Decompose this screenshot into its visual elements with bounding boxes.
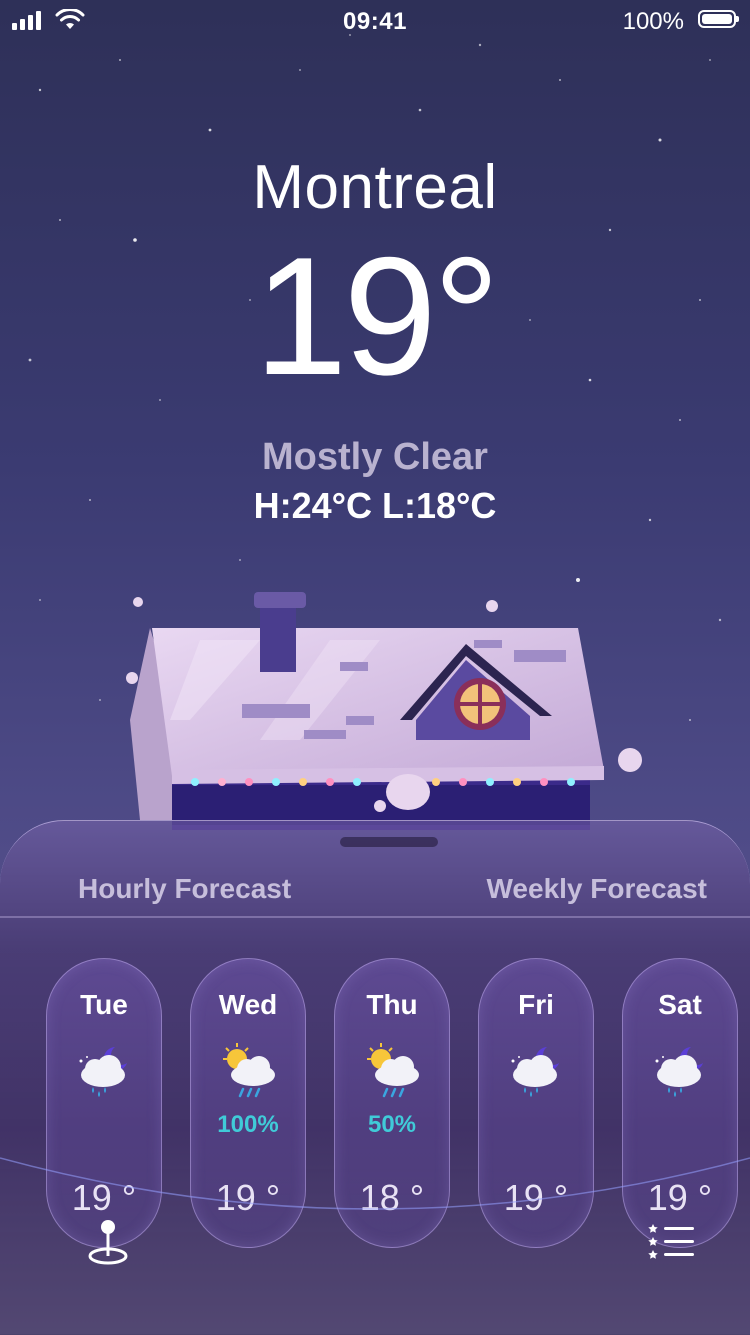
weather-condition: Mostly Clear <box>262 436 488 478</box>
forecast-day: Thu <box>366 989 418 1020</box>
tab-weekly-forecast[interactable]: Weekly Forecast <box>487 873 708 905</box>
location-pin-icon[interactable] <box>86 1218 130 1268</box>
night-rain-icon <box>79 1047 127 1097</box>
forecast-temperature: 19 ° <box>215 1177 281 1218</box>
forecast-card[interactable]: Wed 100% 19 ° <box>190 958 306 1248</box>
forecast-day: Fri <box>518 989 554 1020</box>
forecast-card[interactable]: Tue 19 ° <box>46 958 162 1248</box>
current-temperature: 19° <box>253 222 500 410</box>
battery-percentage: 100% <box>622 8 684 35</box>
forecast-card[interactable]: Sat 19 ° <box>622 958 738 1248</box>
city-list-icon[interactable] <box>648 1222 696 1262</box>
sun-rain-icon <box>367 1043 419 1098</box>
forecast-list: Tue 19 ° Wed 100% 19 ° Thu 50% 18 ° Fri … <box>0 958 750 1250</box>
battery-icon <box>698 10 739 28</box>
forecast-temperature: 19 ° <box>647 1177 713 1218</box>
city-name: Montreal <box>252 153 498 222</box>
sun-rain-icon <box>223 1043 275 1098</box>
night-rain-icon <box>511 1047 559 1097</box>
forecast-card[interactable]: Fri 19 ° <box>478 958 594 1248</box>
forecast-day: Wed <box>218 989 278 1020</box>
forecast-day: Sat <box>658 989 702 1020</box>
high-low-temperature: H:24°C L:18°C <box>253 485 497 526</box>
forecast-day: Tue <box>80 989 128 1020</box>
sheet-drag-handle[interactable] <box>340 837 438 847</box>
forecast-temperature: 19 ° <box>71 1177 137 1218</box>
forecast-temperature: 19 ° <box>503 1177 569 1218</box>
precipitation-chance: 50% <box>367 1111 417 1138</box>
tab-divider <box>0 916 750 918</box>
house-illustration <box>126 592 642 830</box>
night-rain-icon <box>655 1047 703 1097</box>
tab-hourly-forecast[interactable]: Hourly Forecast <box>78 873 291 905</box>
forecast-card[interactable]: Thu 50% 18 ° <box>334 958 450 1248</box>
precipitation-chance: 100% <box>217 1111 279 1138</box>
forecast-temperature: 18 ° <box>359 1177 425 1218</box>
status-bar: 09:41 100% <box>0 0 750 40</box>
